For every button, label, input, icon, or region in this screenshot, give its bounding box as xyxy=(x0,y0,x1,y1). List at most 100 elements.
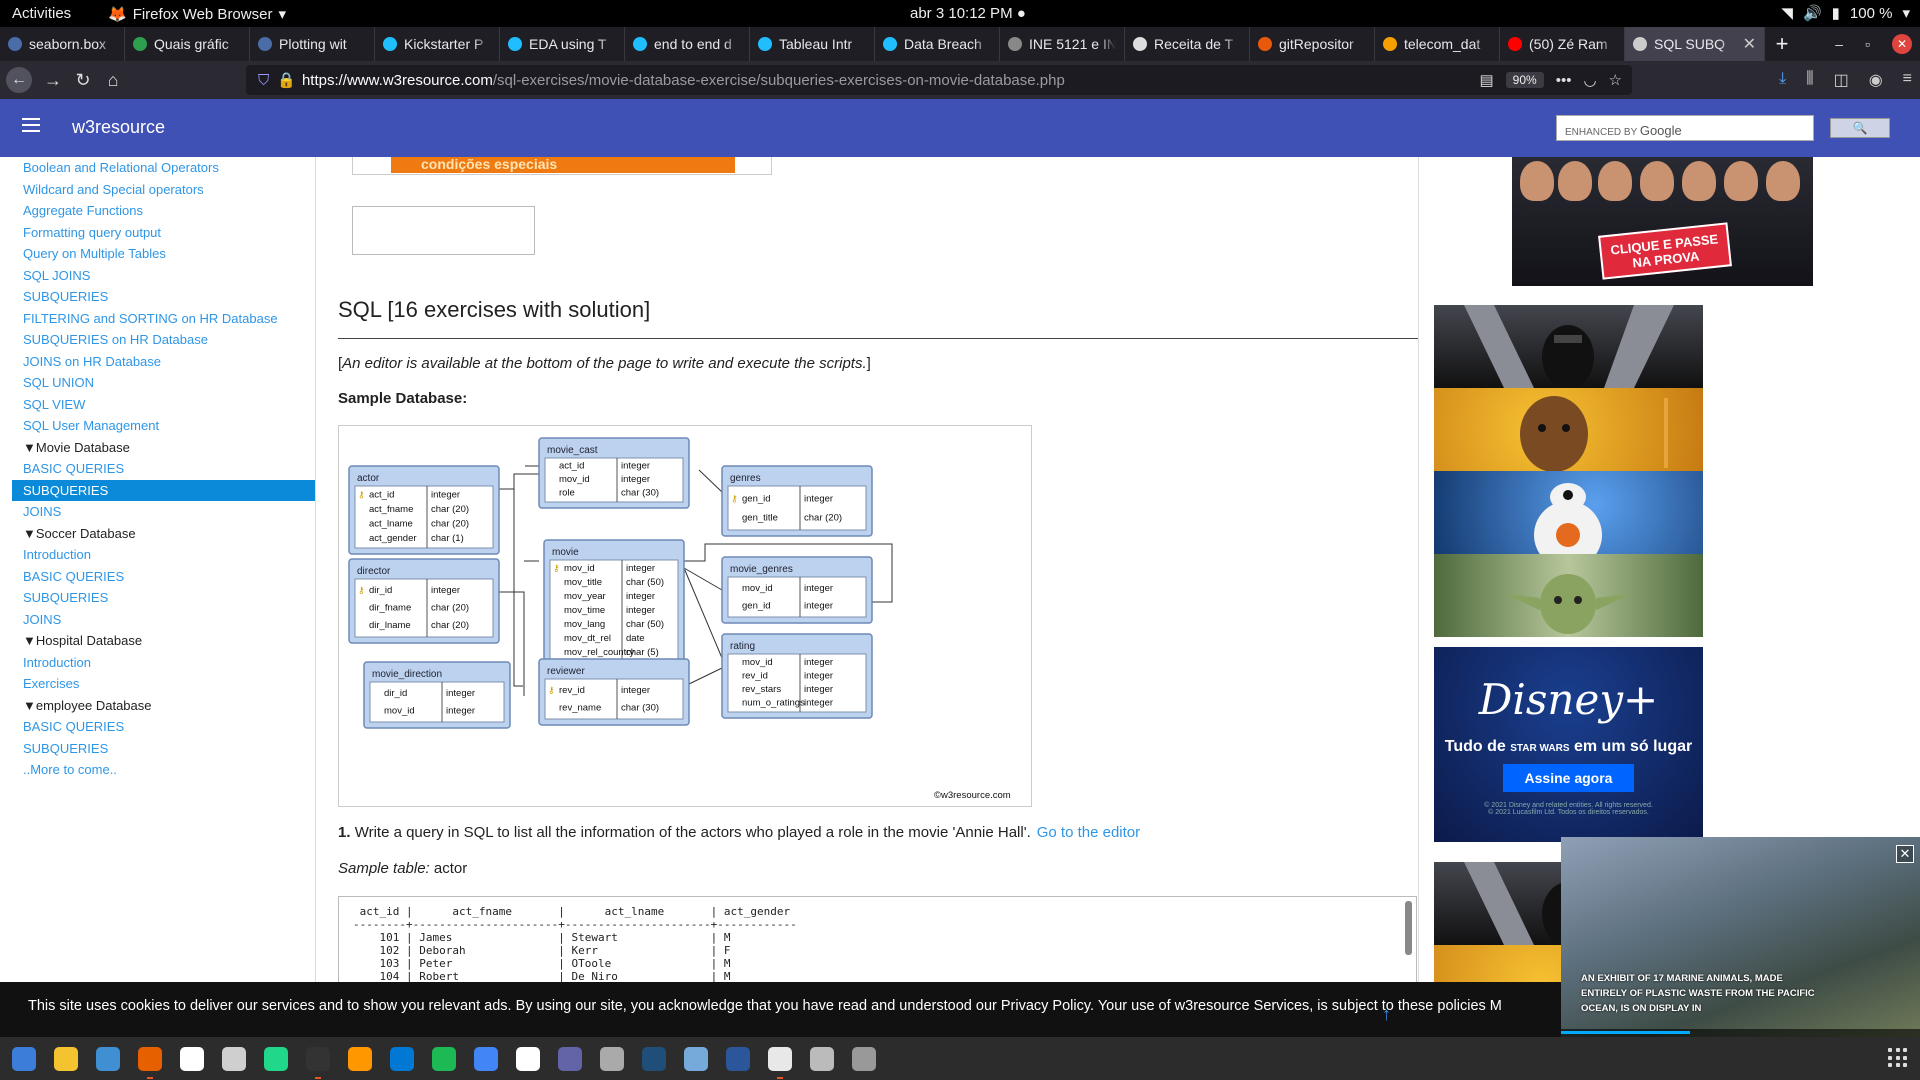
browser-tab[interactable]: Data Breach xyxy=(875,27,1000,61)
clock[interactable]: abr 3 10:12 PM ● xyxy=(910,5,1026,22)
sidebar-link[interactable]: SQL User Management xyxy=(12,415,315,437)
browser-tab[interactable]: Kickstarter P xyxy=(375,27,500,61)
r-icon[interactable] xyxy=(684,1046,708,1071)
sidebar-link[interactable]: Exercises xyxy=(12,673,315,695)
browser-tab[interactable]: Quais gráfic xyxy=(125,27,250,61)
device-icon[interactable] xyxy=(810,1046,834,1071)
go-to-editor-link[interactable]: Go to the editor xyxy=(1037,824,1140,841)
pycharm-icon[interactable] xyxy=(264,1046,288,1071)
starwars-ad-bb8[interactable] xyxy=(1434,471,1703,554)
reload-icon[interactable]: ↻ xyxy=(68,70,98,91)
people-ad[interactable]: CLIQUE E PASSE NA PROVA xyxy=(1512,157,1813,286)
sidebar-link[interactable]: SUBQUERIES xyxy=(12,286,315,308)
vscode-icon[interactable] xyxy=(390,1046,414,1071)
docs-icon[interactable] xyxy=(474,1046,498,1071)
sidebar-section-header[interactable]: ▼Hospital Database xyxy=(12,630,315,652)
word-icon[interactable] xyxy=(726,1046,750,1071)
bookmark-star-icon[interactable]: ☆ xyxy=(1609,71,1622,89)
sidebar-link[interactable]: FILTERING and SORTING on HR Database xyxy=(12,308,315,330)
scrollbar[interactable] xyxy=(1405,901,1412,955)
sample-table-output[interactable]: act_id | act_fname | act_lname | act_gen… xyxy=(338,896,1417,982)
pocket-icon[interactable]: ◡ xyxy=(1583,71,1596,89)
browser-tab[interactable]: SQL SUBQ ✕ xyxy=(1625,27,1765,61)
browser-tab[interactable]: Receita de T xyxy=(1125,27,1250,61)
sidebar-section-header[interactable]: ▼Soccer Database xyxy=(12,523,315,545)
tableau-icon[interactable] xyxy=(642,1046,666,1071)
sidebar-link[interactable]: SUBQUERIES xyxy=(12,479,315,501)
sidebar-link[interactable]: SUBQUERIES on HR Database xyxy=(12,329,315,351)
shield-icon[interactable]: ⛉ xyxy=(258,72,269,89)
browser-tab[interactable]: seaborn.box xyxy=(0,27,125,61)
sidebar-section-header[interactable]: ▼employee Database xyxy=(12,695,315,717)
site-brand[interactable]: w3resource xyxy=(72,117,165,138)
reader-view-icon[interactable]: ▤ xyxy=(1479,71,1493,89)
scroll-to-top-icon[interactable]: ↑ xyxy=(1382,1004,1391,1025)
new-tab-button[interactable]: + xyxy=(1765,27,1799,61)
search-button[interactable]: 🔍 xyxy=(1830,118,1890,138)
sidebar-link[interactable]: BASIC QUERIES xyxy=(12,716,315,738)
home-icon[interactable]: ⌂ xyxy=(98,70,128,91)
sidebar-toggle-icon[interactable]: ◫ xyxy=(1834,70,1849,90)
activities-button[interactable]: Activities xyxy=(12,5,71,22)
site-search-input[interactable]: ENHANCED BY Google xyxy=(1556,115,1814,141)
terminal-icon[interactable] xyxy=(306,1046,330,1079)
sidebar-section-header[interactable]: ▼Movie Database xyxy=(12,437,315,459)
download-icon[interactable]: ⤓ xyxy=(1779,70,1786,90)
show-apps-icon[interactable] xyxy=(1888,1048,1908,1068)
zoom-level[interactable]: 90% xyxy=(1505,72,1544,88)
browser-tab[interactable]: INE 5121 e INE xyxy=(1000,27,1125,61)
sidebar-link[interactable]: ..More to come.. xyxy=(12,759,315,781)
files-icon[interactable] xyxy=(222,1046,246,1071)
video-progress[interactable] xyxy=(1561,1029,1920,1037)
firefox-icon[interactable] xyxy=(138,1046,162,1079)
page-actions-icon[interactable]: ••• xyxy=(1556,72,1572,89)
browser-tab[interactable]: Tableau Intr xyxy=(750,27,875,61)
banner-ad[interactable]: condições especiais xyxy=(352,157,772,175)
library-icon[interactable]: ⫼ xyxy=(1806,70,1813,90)
system-tray[interactable]: ◥ 🔊 ▮ 100 % ▾ xyxy=(1781,4,1910,23)
teams-icon[interactable] xyxy=(558,1046,582,1071)
app-menu[interactable]: 🦊 Firefox Web Browser ▾ xyxy=(108,5,286,24)
back-arrow-icon[interactable]: ← xyxy=(6,67,32,93)
browser-tab[interactable]: EDA using T xyxy=(500,27,625,61)
close-icon[interactable]: ✕ xyxy=(1896,845,1914,863)
notes-icon[interactable] xyxy=(516,1046,540,1071)
sidebar-link[interactable]: Introduction xyxy=(12,652,315,674)
sidebar-link[interactable]: Boolean and Relational Operators xyxy=(12,157,315,179)
starwars-ad-vader[interactable] xyxy=(1434,305,1703,388)
close-tab-icon[interactable]: ✕ xyxy=(1743,34,1756,54)
account-icon[interactable]: ◉ xyxy=(1869,70,1883,90)
disney-plus-ad[interactable]: Disney+ Tudo de STAR WARS em um só lugar… xyxy=(1434,647,1703,842)
lock-icon[interactable]: 🔒 xyxy=(277,71,296,89)
browser-tab[interactable]: telecom_dat xyxy=(1375,27,1500,61)
browser-tab[interactable]: gitRepositor xyxy=(1250,27,1375,61)
sidebar-link[interactable]: Formatting query output xyxy=(12,222,315,244)
sidebar-link[interactable]: JOINS xyxy=(12,501,315,523)
sidebar-link[interactable]: BASIC QUERIES xyxy=(12,458,315,480)
sidebar-link[interactable]: JOINS xyxy=(12,609,315,631)
starwars-ad-chewbacca[interactable] xyxy=(1434,388,1703,471)
spotify-icon[interactable] xyxy=(432,1046,456,1071)
printer-icon[interactable] xyxy=(600,1046,624,1071)
sidebar-link[interactable]: Query on Multiple Tables xyxy=(12,243,315,265)
video-popup[interactable]: ✕ AN EXHIBIT OF 17 MARINE ANIMALS, MADE … xyxy=(1561,837,1920,1037)
sublime-icon[interactable] xyxy=(348,1046,372,1071)
sidebar-link[interactable]: JOINS on HR Database xyxy=(12,351,315,373)
browser-tab[interactable]: end to end d xyxy=(625,27,750,61)
menu-icon[interactable] xyxy=(22,118,40,136)
sidebar-link[interactable]: Aggregate Functions xyxy=(12,200,315,222)
url-bar[interactable]: ⛉ 🔒 https://www.w3resource.com/sql-exerc… xyxy=(246,65,1632,95)
opera-icon[interactable] xyxy=(180,1046,204,1071)
forward-arrow-icon[interactable]: → xyxy=(38,70,68,91)
presentation-icon[interactable] xyxy=(768,1046,792,1079)
browser-tab[interactable]: (50) Zé Ram xyxy=(1500,27,1625,61)
sidebar-link[interactable]: BASIC QUERIES xyxy=(12,566,315,588)
disk-icon[interactable] xyxy=(852,1046,876,1071)
sidebar-link[interactable]: SQL VIEW xyxy=(12,394,315,416)
restore-icon[interactable]: ▫ xyxy=(1865,36,1870,52)
settings-icon[interactable] xyxy=(54,1046,78,1071)
help-icon[interactable] xyxy=(96,1046,120,1071)
minimize-icon[interactable]: – xyxy=(1835,36,1843,52)
starwars-ad-yoda[interactable] xyxy=(1434,554,1703,637)
close-window-icon[interactable]: ✕ xyxy=(1892,34,1912,54)
